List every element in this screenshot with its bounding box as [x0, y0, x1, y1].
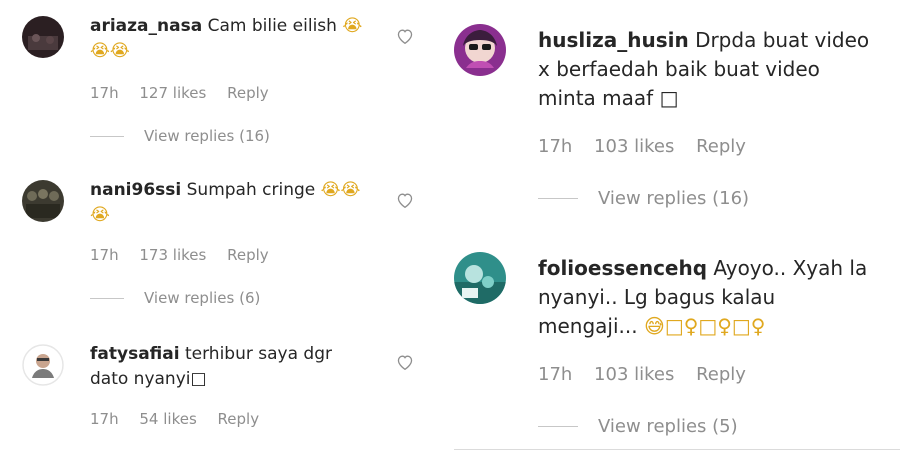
replies-divider: [538, 426, 578, 427]
reply-button[interactable]: Reply: [696, 136, 746, 157]
avatar[interactable]: [22, 180, 64, 222]
comment-meta: 17h 127 likes Reply: [90, 84, 285, 102]
comment-body: Sumpah cringe: [186, 180, 316, 200]
view-replies-button[interactable]: View replies (5): [538, 416, 738, 437]
right-comment-column: husliza_husin Drpda buat video x berfaed…: [448, 0, 900, 450]
comment-time: 17h: [90, 410, 119, 428]
replies-divider: [90, 297, 124, 299]
comment-username[interactable]: ariaza_nasa: [90, 16, 202, 36]
view-replies-button[interactable]: View replies (6): [90, 289, 260, 307]
comment-text: ariaza_nasa Cam bilie eilish 😭😭😭: [90, 14, 380, 63]
likes-count[interactable]: 173 likes: [139, 246, 206, 264]
avatar[interactable]: [454, 24, 506, 76]
comment-item: fatysafiai terhibur saya dgr dato nyanyi…: [0, 330, 440, 450]
comment-item: husliza_husin Drpda buat video x berfaed…: [448, 0, 900, 230]
view-replies-button[interactable]: View replies (16): [90, 127, 270, 145]
likes-count[interactable]: 103 likes: [594, 136, 674, 157]
avatar[interactable]: [22, 344, 64, 386]
reply-button[interactable]: Reply: [227, 246, 269, 264]
comment-item: nani96ssi Sumpah cringe 😭😭😭 17h 173 like…: [0, 164, 440, 324]
comment-time: 17h: [538, 364, 573, 385]
likes-count[interactable]: 103 likes: [594, 364, 674, 385]
comment-username[interactable]: nani96ssi: [90, 180, 181, 200]
comment-item: folioessencehq Ayoyo.. Xyah la nyanyi.. …: [448, 232, 900, 449]
heart-icon[interactable]: [396, 28, 414, 44]
comment-text: nani96ssi Sumpah cringe 😭😭😭: [90, 178, 380, 227]
view-replies-button[interactable]: View replies (16): [538, 188, 749, 209]
avatar[interactable]: [22, 16, 64, 58]
reply-button[interactable]: Reply: [696, 364, 746, 385]
view-replies-label: View replies (16): [598, 188, 750, 209]
comment-time: 17h: [90, 246, 119, 264]
left-comment-column: ariaza_nasa Cam bilie eilish 😭😭😭 17h 127…: [0, 0, 440, 450]
comment-time: 17h: [538, 136, 573, 157]
replies-divider: [90, 135, 124, 137]
heart-icon[interactable]: [396, 354, 414, 370]
likes-count[interactable]: 54 likes: [139, 410, 196, 428]
reply-button[interactable]: Reply: [227, 84, 269, 102]
comment-meta: 17h 54 likes Reply: [90, 410, 275, 428]
comment-item: ariaza_nasa Cam bilie eilish 😭😭😭 17h 127…: [0, 0, 440, 160]
comment-meta: 17h 103 likes Reply: [538, 136, 762, 157]
emoji: 😅□♀□♀□♀: [643, 314, 766, 338]
view-replies-label: View replies (5): [598, 416, 738, 437]
heart-icon[interactable]: [396, 192, 414, 208]
replies-divider: [538, 198, 578, 199]
view-replies-label: View replies (6): [144, 289, 261, 307]
comment-body: Cam bilie eilish: [207, 16, 337, 36]
comment-meta: 17h 103 likes Reply: [538, 364, 762, 385]
comment-text: folioessencehq Ayoyo.. Xyah la nyanyi.. …: [538, 254, 878, 341]
avatar[interactable]: [454, 252, 506, 304]
comment-username[interactable]: fatysafiai: [90, 344, 180, 364]
reply-button[interactable]: Reply: [218, 410, 260, 428]
comment-time: 17h: [90, 84, 119, 102]
comment-text: husliza_husin Drpda buat video x berfaed…: [538, 26, 878, 113]
comment-username[interactable]: folioessencehq: [538, 256, 707, 280]
likes-count[interactable]: 127 likes: [139, 84, 206, 102]
comment-username[interactable]: husliza_husin: [538, 28, 689, 52]
comment-text: fatysafiai terhibur saya dgr dato nyanyi…: [90, 342, 370, 391]
view-replies-label: View replies (16): [144, 127, 270, 145]
comment-meta: 17h 173 likes Reply: [90, 246, 285, 264]
